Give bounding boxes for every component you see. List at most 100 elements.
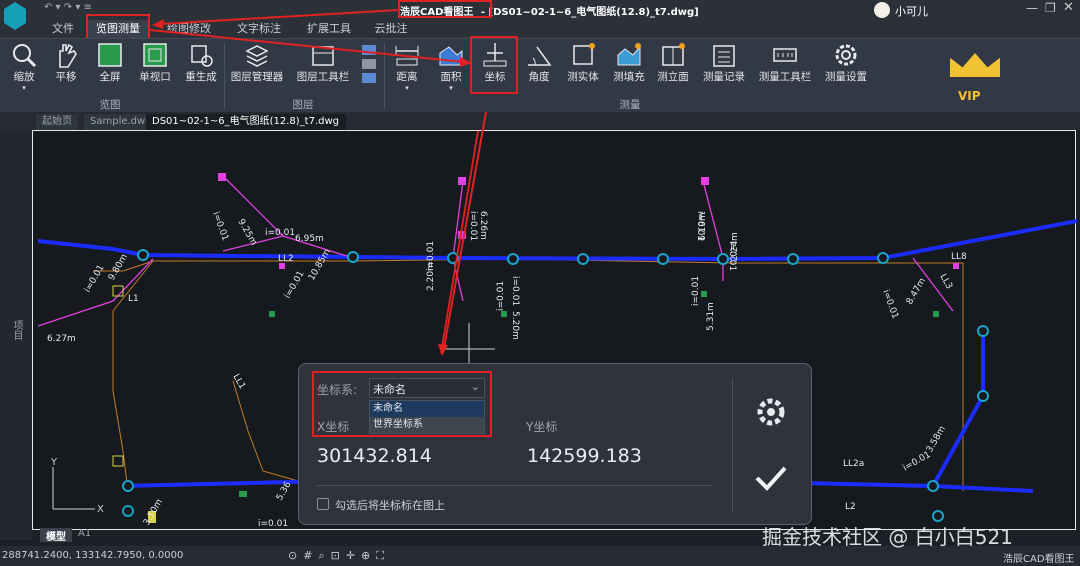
measure-settings-button[interactable]: 测量设置 bbox=[820, 41, 872, 84]
fullscreen-button[interactable]: 全屏 bbox=[90, 41, 130, 84]
slope-label: i=0.01 bbox=[283, 269, 307, 300]
pan-button[interactable]: 平移 bbox=[48, 41, 84, 84]
area-button[interactable]: 面积 ▾ bbox=[434, 41, 468, 92]
measure-record-button[interactable]: 测量记录 bbox=[698, 41, 750, 84]
length-label: 5.20m bbox=[510, 311, 520, 340]
osnap-icon[interactable]: ⊕ bbox=[361, 549, 370, 563]
minimize-icon[interactable]: — bbox=[1026, 1, 1038, 15]
highlight-menu bbox=[86, 14, 150, 40]
measure-toolbar-button[interactable]: 测量工具栏 bbox=[754, 41, 816, 84]
layout-tabs: 模型 A1 bbox=[40, 528, 91, 543]
menu-draw-modify[interactable]: 绘图修改 bbox=[156, 20, 222, 38]
ortho-icon[interactable]: ⊡ bbox=[331, 549, 340, 563]
ribbon: 缩放 ▾ 平移 全屏 单视口 重生成 览图 图层管理器 图层工具栏 图层 距离 ▾ … bbox=[0, 38, 1080, 112]
length-label: 3.58m bbox=[925, 425, 948, 455]
single-viewport-button[interactable]: 单视口 bbox=[134, 41, 176, 84]
branch-pipe[interactable] bbox=[931, 331, 985, 487]
confirm-button[interactable] bbox=[751, 458, 791, 498]
pipe-id-label: LL3 bbox=[937, 273, 954, 292]
user-name[interactable]: 小可儿 bbox=[895, 3, 928, 19]
distance-icon bbox=[395, 46, 419, 66]
zoom-button[interactable]: 缩放 ▾ bbox=[6, 41, 42, 92]
measure-fill-button[interactable]: 测填充 bbox=[608, 41, 650, 84]
slope-label: i=0.01 bbox=[265, 228, 295, 238]
angle-icon bbox=[528, 46, 552, 66]
fullscreen-icon[interactable]: ⛶ bbox=[376, 549, 384, 563]
polar-icon[interactable]: ✛ bbox=[346, 549, 355, 563]
layer-icon[interactable] bbox=[362, 73, 376, 83]
group-measure-label: 测量 bbox=[619, 99, 641, 111]
menu-extend-tools[interactable]: 扩展工具 bbox=[296, 20, 362, 38]
slope-label: i=0.01 bbox=[258, 519, 288, 529]
length-label: 6.27m bbox=[47, 334, 76, 344]
measure-entity-icon bbox=[573, 43, 595, 65]
measure-elevation-button[interactable]: 测立面 bbox=[652, 41, 694, 84]
single-viewport-label: 单视口 bbox=[139, 71, 171, 83]
layer-toolbar-button[interactable]: 图层工具栏 bbox=[292, 41, 354, 84]
status-tools: ⊙ # ⌕ ⊡ ✛ ⊕ ⛶ bbox=[288, 549, 384, 563]
zoom-label: 缩放 bbox=[13, 71, 35, 83]
angle-button[interactable]: 角度 bbox=[522, 41, 556, 84]
distance-dropdown-icon[interactable]: ▾ bbox=[390, 84, 424, 92]
menu-bar: 文件 览图测量 绘图修改 文字标注 扩展工具 云批注 bbox=[0, 20, 1080, 38]
layer-manager-label: 图层管理器 bbox=[230, 71, 284, 83]
grid-icon[interactable]: # bbox=[303, 549, 312, 563]
tab-model[interactable]: 模型 bbox=[40, 528, 72, 543]
angle-label: 角度 bbox=[528, 71, 550, 83]
layer-small-icons[interactable] bbox=[362, 45, 376, 91]
slope-label: i=0.01 bbox=[880, 289, 900, 321]
layers-icon bbox=[245, 45, 269, 67]
close-icon[interactable]: ✕ bbox=[1063, 0, 1074, 15]
settings-button[interactable] bbox=[751, 392, 791, 432]
vip-label[interactable]: VIP bbox=[958, 89, 981, 103]
layer-icon[interactable] bbox=[362, 45, 376, 55]
menu-text-annotate[interactable]: 文字标注 bbox=[226, 20, 292, 38]
tab-start-page[interactable]: 起始页 bbox=[36, 114, 78, 130]
length-label: 6.19m bbox=[698, 212, 708, 241]
snap-icon[interactable]: ⊙ bbox=[288, 549, 297, 563]
restore-icon[interactable]: ❐ bbox=[1045, 1, 1056, 15]
project-tab[interactable]: 项目 bbox=[10, 320, 24, 340]
branch-pipe[interactable] bbox=[802, 481, 1034, 493]
main-pipe[interactable] bbox=[37, 219, 1078, 262]
measure-entity-button[interactable]: 测实体 bbox=[562, 41, 604, 84]
length-label: 9.25m bbox=[235, 218, 258, 248]
layer-icon[interactable] bbox=[362, 59, 376, 69]
layer-manager-button[interactable]: 图层管理器 bbox=[228, 41, 286, 84]
slope-label: i=0.01 bbox=[902, 450, 933, 474]
measure-fill-label: 测填充 bbox=[613, 71, 645, 83]
measure-toolbar-label: 测量工具栏 bbox=[758, 71, 812, 83]
zoom-icon[interactable]: ⌕ bbox=[318, 549, 324, 563]
measure-elevation-icon bbox=[662, 43, 685, 66]
group-view-label: 览图 bbox=[99, 99, 121, 111]
mark-on-drawing-checkbox[interactable] bbox=[317, 498, 329, 510]
undo-icon[interactable]: ↶ ▾ ↷ ▾ ≡ bbox=[44, 2, 92, 13]
pan-label: 平移 bbox=[55, 71, 77, 83]
checkmark-icon bbox=[755, 466, 787, 491]
vip-crown-icon[interactable] bbox=[950, 53, 1000, 77]
area-icon bbox=[439, 46, 463, 66]
measure-entity-label: 测实体 bbox=[567, 71, 599, 83]
highlight-cs-select bbox=[312, 371, 492, 437]
pipe-id-label: L1 bbox=[128, 294, 139, 304]
length-label: 2.20m bbox=[426, 262, 436, 291]
menu-cloud-comment[interactable]: 云批注 bbox=[366, 20, 416, 38]
measure-elevation-label: 测立面 bbox=[657, 71, 689, 83]
slope-label: i=0.01 bbox=[210, 211, 230, 243]
zoom-dropdown-icon[interactable]: ▾ bbox=[6, 84, 42, 92]
menu-file[interactable]: 文件 bbox=[40, 20, 86, 38]
distance-label: 距离 bbox=[396, 71, 418, 83]
measure-settings-label: 测量设置 bbox=[825, 71, 867, 83]
y-coordinate-label: Y坐标 bbox=[526, 420, 558, 434]
zoom-icon bbox=[13, 44, 37, 68]
tab-layout-a1[interactable]: A1 bbox=[78, 528, 91, 542]
tab-current-label: DS01~02-1~6_电气图纸(12.8)_t7.dwg bbox=[152, 116, 339, 127]
tab-current-drawing[interactable]: DS01~02-1~6_电气图纸(12.8)_t7.dwg ✕ bbox=[146, 114, 346, 143]
avatar[interactable] bbox=[874, 2, 890, 18]
group-layer-label: 图层 bbox=[292, 99, 314, 111]
ucs-y-label: Y bbox=[50, 457, 58, 468]
area-dropdown-icon[interactable]: ▾ bbox=[434, 84, 468, 92]
regen-button[interactable]: 重生成 bbox=[180, 41, 222, 84]
length-label: 8.47m bbox=[905, 277, 928, 307]
distance-button[interactable]: 距离 ▾ bbox=[390, 41, 424, 92]
